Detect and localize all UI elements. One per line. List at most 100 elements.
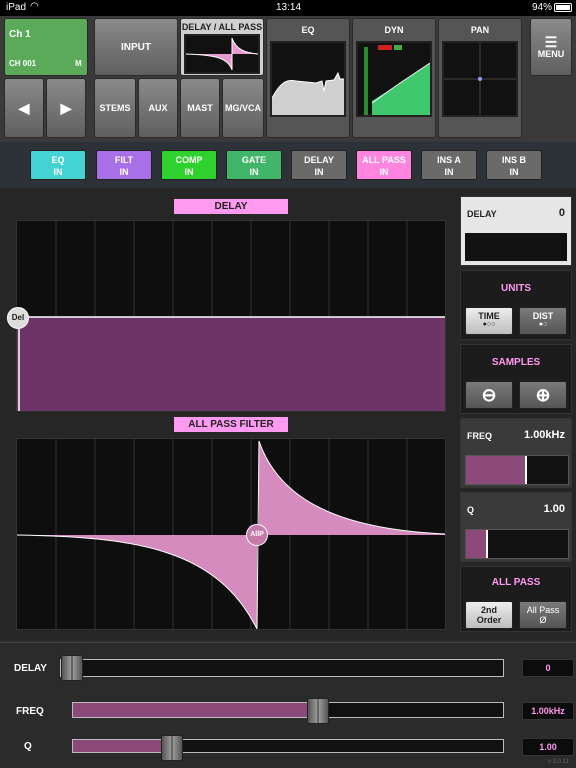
dyn-tab[interactable]: DYN (352, 18, 436, 138)
dyn-tab-title: DYN (384, 25, 404, 35)
eq-thumbnail (270, 41, 346, 117)
dist-dots: ●○ (538, 321, 548, 328)
channel-mode: M (75, 59, 82, 68)
hamburger-icon: ☰ (544, 34, 558, 50)
time-units-label: TIME (478, 311, 500, 321)
allpass-graph-title: ALL PASS FILTER (174, 417, 288, 432)
delay-graph-title: DELAY (174, 199, 288, 214)
status-bar: iPad ◠ 13:14 94% (0, 0, 576, 16)
time-units-button[interactable]: TIME ●○○ (465, 307, 513, 335)
allpass-phase-button[interactable]: All Pass Ø (519, 601, 567, 629)
chip-delay[interactable]: DELAY IN (291, 150, 347, 180)
clock: 13:14 (276, 2, 302, 13)
q-fader-knob[interactable] (160, 735, 183, 761)
chip-gate[interactable]: GATE IN (226, 150, 282, 180)
delay-panel-value: 0 (558, 207, 565, 219)
q-panel-meter-fill (466, 530, 489, 558)
pan-tab[interactable]: PAN (438, 18, 522, 138)
input-button[interactable]: INPUT (94, 18, 178, 76)
delay-handle[interactable]: Del (7, 307, 29, 329)
chip-ins-a[interactable]: INS A IN (421, 150, 477, 180)
allpass-handle[interactable]: AllP (246, 524, 268, 546)
eq-tab[interactable]: EQ (266, 18, 350, 138)
fader-area: DELAY 0 FREQ 1.00kHz Q 1.00 v 3.0.11 (0, 642, 576, 768)
units-panel: UNITS TIME ●○○ DIST ●○ (460, 270, 572, 340)
menu-button[interactable]: ☰ MENU (530, 18, 572, 76)
minus-circle-icon: ⊖ (481, 385, 497, 405)
pan-thumbnail (442, 41, 518, 117)
samples-decrement-button[interactable]: ⊖ (465, 381, 513, 409)
delay-panel-bar (465, 233, 567, 261)
q-panel[interactable]: Q 1.00 (460, 492, 572, 562)
chip-state: IN (444, 167, 454, 177)
prev-channel-button[interactable]: ◀ (4, 78, 44, 138)
dyn-thumbnail (356, 41, 432, 117)
allpass-panel-title: ALL PASS (491, 577, 541, 588)
dist-units-label: DIST (532, 311, 554, 321)
units-title: UNITS (501, 283, 531, 294)
delay-panel-label: DELAY (467, 209, 497, 219)
delay-fader-value: 0 (522, 659, 574, 677)
q-panel-label: Q (467, 505, 475, 515)
freq-fader-fill (73, 703, 319, 717)
samples-title: SAMPLES (491, 357, 541, 368)
q-fader[interactable] (72, 735, 504, 761)
freq-fader-knob[interactable] (307, 698, 330, 724)
chip-state: IN (379, 167, 389, 177)
stems-button[interactable]: STEMS (94, 78, 136, 138)
q-panel-value: 1.00 (543, 503, 565, 515)
order-button[interactable]: 2nd Order (465, 601, 513, 629)
chip-ins-b[interactable]: INS B IN (486, 150, 542, 180)
delay-value-panel[interactable]: DELAY 0 (460, 196, 572, 266)
battery-icon (554, 3, 572, 12)
freq-panel[interactable]: FREQ 1.00kHz (460, 418, 572, 488)
aux-button[interactable]: AUX (138, 78, 178, 138)
freq-panel-meter-fill (466, 456, 528, 484)
time-dots: ●○○ (482, 321, 496, 328)
chip-eq[interactable]: EQ IN (30, 150, 86, 180)
chip-comp[interactable]: COMP IN (161, 150, 217, 180)
q-panel-meter (465, 529, 569, 559)
freq-panel-value: 1.00kHz (524, 429, 565, 441)
next-channel-button[interactable]: ▶ (46, 78, 86, 138)
delay-fader-knob[interactable] (61, 655, 83, 681)
main-panel: DELAY Del ALL PASS FILTER AllP DELAY 0 U… (0, 188, 576, 640)
channel-tile[interactable]: Ch 1 CH 001 M (4, 18, 88, 76)
chip-label: GATE (241, 155, 267, 165)
processing-strip: EQ IN FILT IN COMP IN GATE IN DELAY IN ALL PASS IN I… (0, 142, 576, 188)
dist-units-button[interactable]: DIST ●○ (519, 307, 567, 335)
chip-filt[interactable]: FILT IN (96, 150, 152, 180)
chip-state: IN (119, 167, 129, 177)
freq-panel-meter (465, 455, 569, 485)
chip-state: IN (53, 167, 63, 177)
allpass-panel: ALL PASS 2nd Order All Pass Ø (460, 566, 572, 632)
chip-all-pass[interactable]: ALL PASS IN (356, 150, 412, 180)
channel-name: Ch 1 (9, 29, 31, 40)
chip-label: EQ (51, 155, 65, 165)
chip-state: IN (249, 167, 259, 177)
fader-label-q: Q (24, 741, 32, 752)
arrow-left-icon: ◀ (18, 99, 30, 116)
menu-label: MENU (537, 49, 565, 59)
fader-label-delay: DELAY (14, 663, 47, 674)
mast-button[interactable]: MAST (180, 78, 220, 138)
delay-fader[interactable] (60, 655, 504, 681)
wifi-icon: ◠ (30, 1, 39, 12)
plus-circle-icon: ⊕ (535, 385, 551, 405)
phase-label-1: All Pass (526, 605, 560, 615)
mgvca-button[interactable]: MG/VCA (222, 78, 264, 138)
order-label-1: 2nd (480, 605, 497, 615)
order-label-2: Order (476, 615, 502, 625)
freq-fader[interactable] (72, 698, 504, 724)
allpass-graph[interactable] (16, 438, 446, 630)
chip-label: FILT (114, 155, 134, 165)
delay-allpass-thumbnail (184, 34, 260, 74)
channel-id: CH 001 (9, 59, 37, 68)
delay-allpass-tab[interactable]: DELAY / ALL PASS (180, 18, 264, 76)
delay-graph[interactable] (16, 220, 446, 412)
chip-label: INS A (437, 155, 461, 165)
pan-tab-title: PAN (470, 25, 490, 35)
arrow-right-icon: ▶ (60, 99, 72, 116)
samples-increment-button[interactable]: ⊕ (519, 381, 567, 409)
freq-panel-label: FREQ (467, 431, 493, 441)
